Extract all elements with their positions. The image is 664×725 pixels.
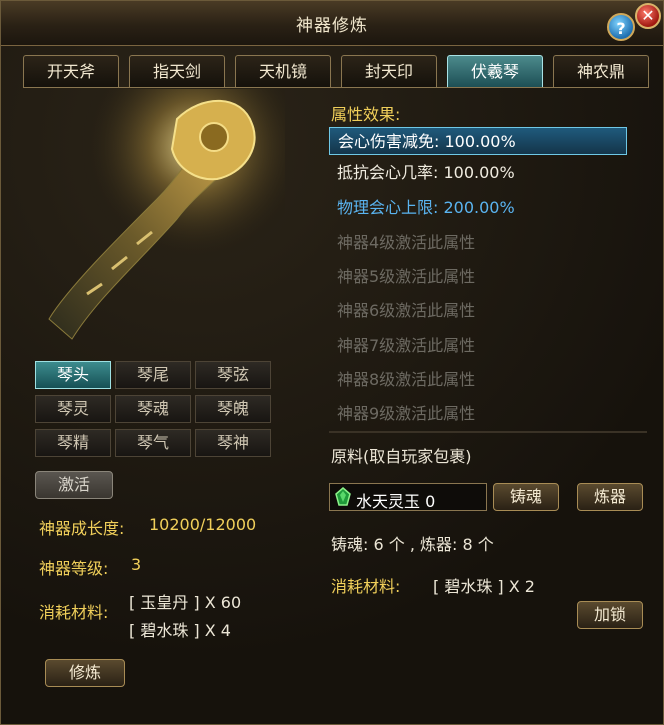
level-value: 3 (131, 555, 142, 574)
attribute-row: 神器5级激活此属性 (337, 267, 476, 286)
tab-fuxiqin[interactable]: 伏羲琴 (447, 55, 543, 87)
material-name-count: 水天灵玉 0 (356, 492, 436, 511)
attributes-title: 属性效果: (331, 105, 401, 124)
materials-consume-label: 消耗材料: (331, 577, 401, 596)
part-button-qinpo[interactable]: 琴魄 (195, 395, 271, 423)
materials-count-text: 铸魂: 6 个 , 炼器: 8 个 (331, 535, 494, 554)
part-button-qinjing[interactable]: 琴精 (35, 429, 111, 457)
part-button-qinshen[interactable]: 琴神 (195, 429, 271, 457)
part-button-qintou[interactable]: 琴头 (35, 361, 111, 389)
consume-item-2: [ 碧水珠 ] X 4 (129, 621, 231, 640)
tab-kaitianfu[interactable]: 开天斧 (23, 55, 119, 87)
attribute-row: 神器8级激活此属性 (337, 370, 476, 389)
refine-button[interactable]: 修炼 (45, 659, 125, 687)
attribute-row: 神器9级激活此属性 (337, 404, 476, 423)
fuxi-qin-artifact-image (27, 89, 285, 351)
attributes-divider (329, 431, 647, 433)
tab-zhitianjian[interactable]: 指天剑 (129, 55, 225, 87)
attribute-row: 神器7级激活此属性 (337, 336, 476, 355)
consume-item-1: [ 玉皇丹 ] X 60 (129, 593, 242, 612)
window-title: 神器修炼 (296, 16, 368, 36)
attribute-row: 神器4级激活此属性 (337, 233, 476, 252)
growth-label: 神器成长度: (39, 519, 125, 538)
materials-consume-item: [ 碧水珠 ] X 2 (433, 577, 535, 596)
activate-button[interactable]: 激活 (35, 471, 113, 499)
left-panel: 琴头 琴尾 琴弦 琴灵 琴魂 琴魄 琴精 琴气 琴神 激活 神器成长度: 102… (23, 89, 289, 709)
title-bar[interactable]: 神器修炼 ? ✕ (1, 1, 663, 46)
growth-value: 10200/12000 (149, 515, 257, 534)
part-button-qinqi[interactable]: 琴气 (115, 429, 191, 457)
consume-label: 消耗材料: (39, 603, 109, 622)
tab-tianjijing[interactable]: 天机镜 (235, 55, 331, 87)
artifact-refine-window: 神器修炼 ? ✕ 开天斧 指天剑 天机镜 封天印 伏羲琴 神农鼎 琴头 琴尾 琴… (0, 0, 664, 725)
attribute-row: 神器6级激活此属性 (337, 301, 476, 320)
jade-gem-icon (335, 487, 351, 506)
part-button-qinwei[interactable]: 琴尾 (115, 361, 191, 389)
tab-divider (23, 87, 649, 88)
attribute-row[interactable]: 抵抗会心几率: 100.00% (329, 159, 627, 187)
cast-soul-button[interactable]: 铸魂 (493, 483, 559, 511)
attribute-row[interactable]: 物理会心上限: 200.00% (329, 194, 627, 222)
level-label: 神器等级: (39, 559, 109, 578)
part-button-qinxian[interactable]: 琴弦 (195, 361, 271, 389)
lock-button[interactable]: 加锁 (577, 601, 643, 629)
part-button-qinhun[interactable]: 琴魂 (115, 395, 191, 423)
tab-shennongding[interactable]: 神农鼎 (553, 55, 649, 87)
close-button[interactable]: ✕ (635, 3, 661, 29)
materials-title: 原料(取自玩家包裹) (331, 447, 472, 466)
attribute-row[interactable]: 会心伤害减免: 100.00% (329, 127, 627, 155)
material-slot[interactable]: 水天灵玉 0 (329, 483, 487, 511)
help-button[interactable]: ? (607, 13, 635, 41)
tab-fengtianyin[interactable]: 封天印 (341, 55, 437, 87)
smelt-button[interactable]: 炼器 (577, 483, 643, 511)
part-button-qinling[interactable]: 琴灵 (35, 395, 111, 423)
